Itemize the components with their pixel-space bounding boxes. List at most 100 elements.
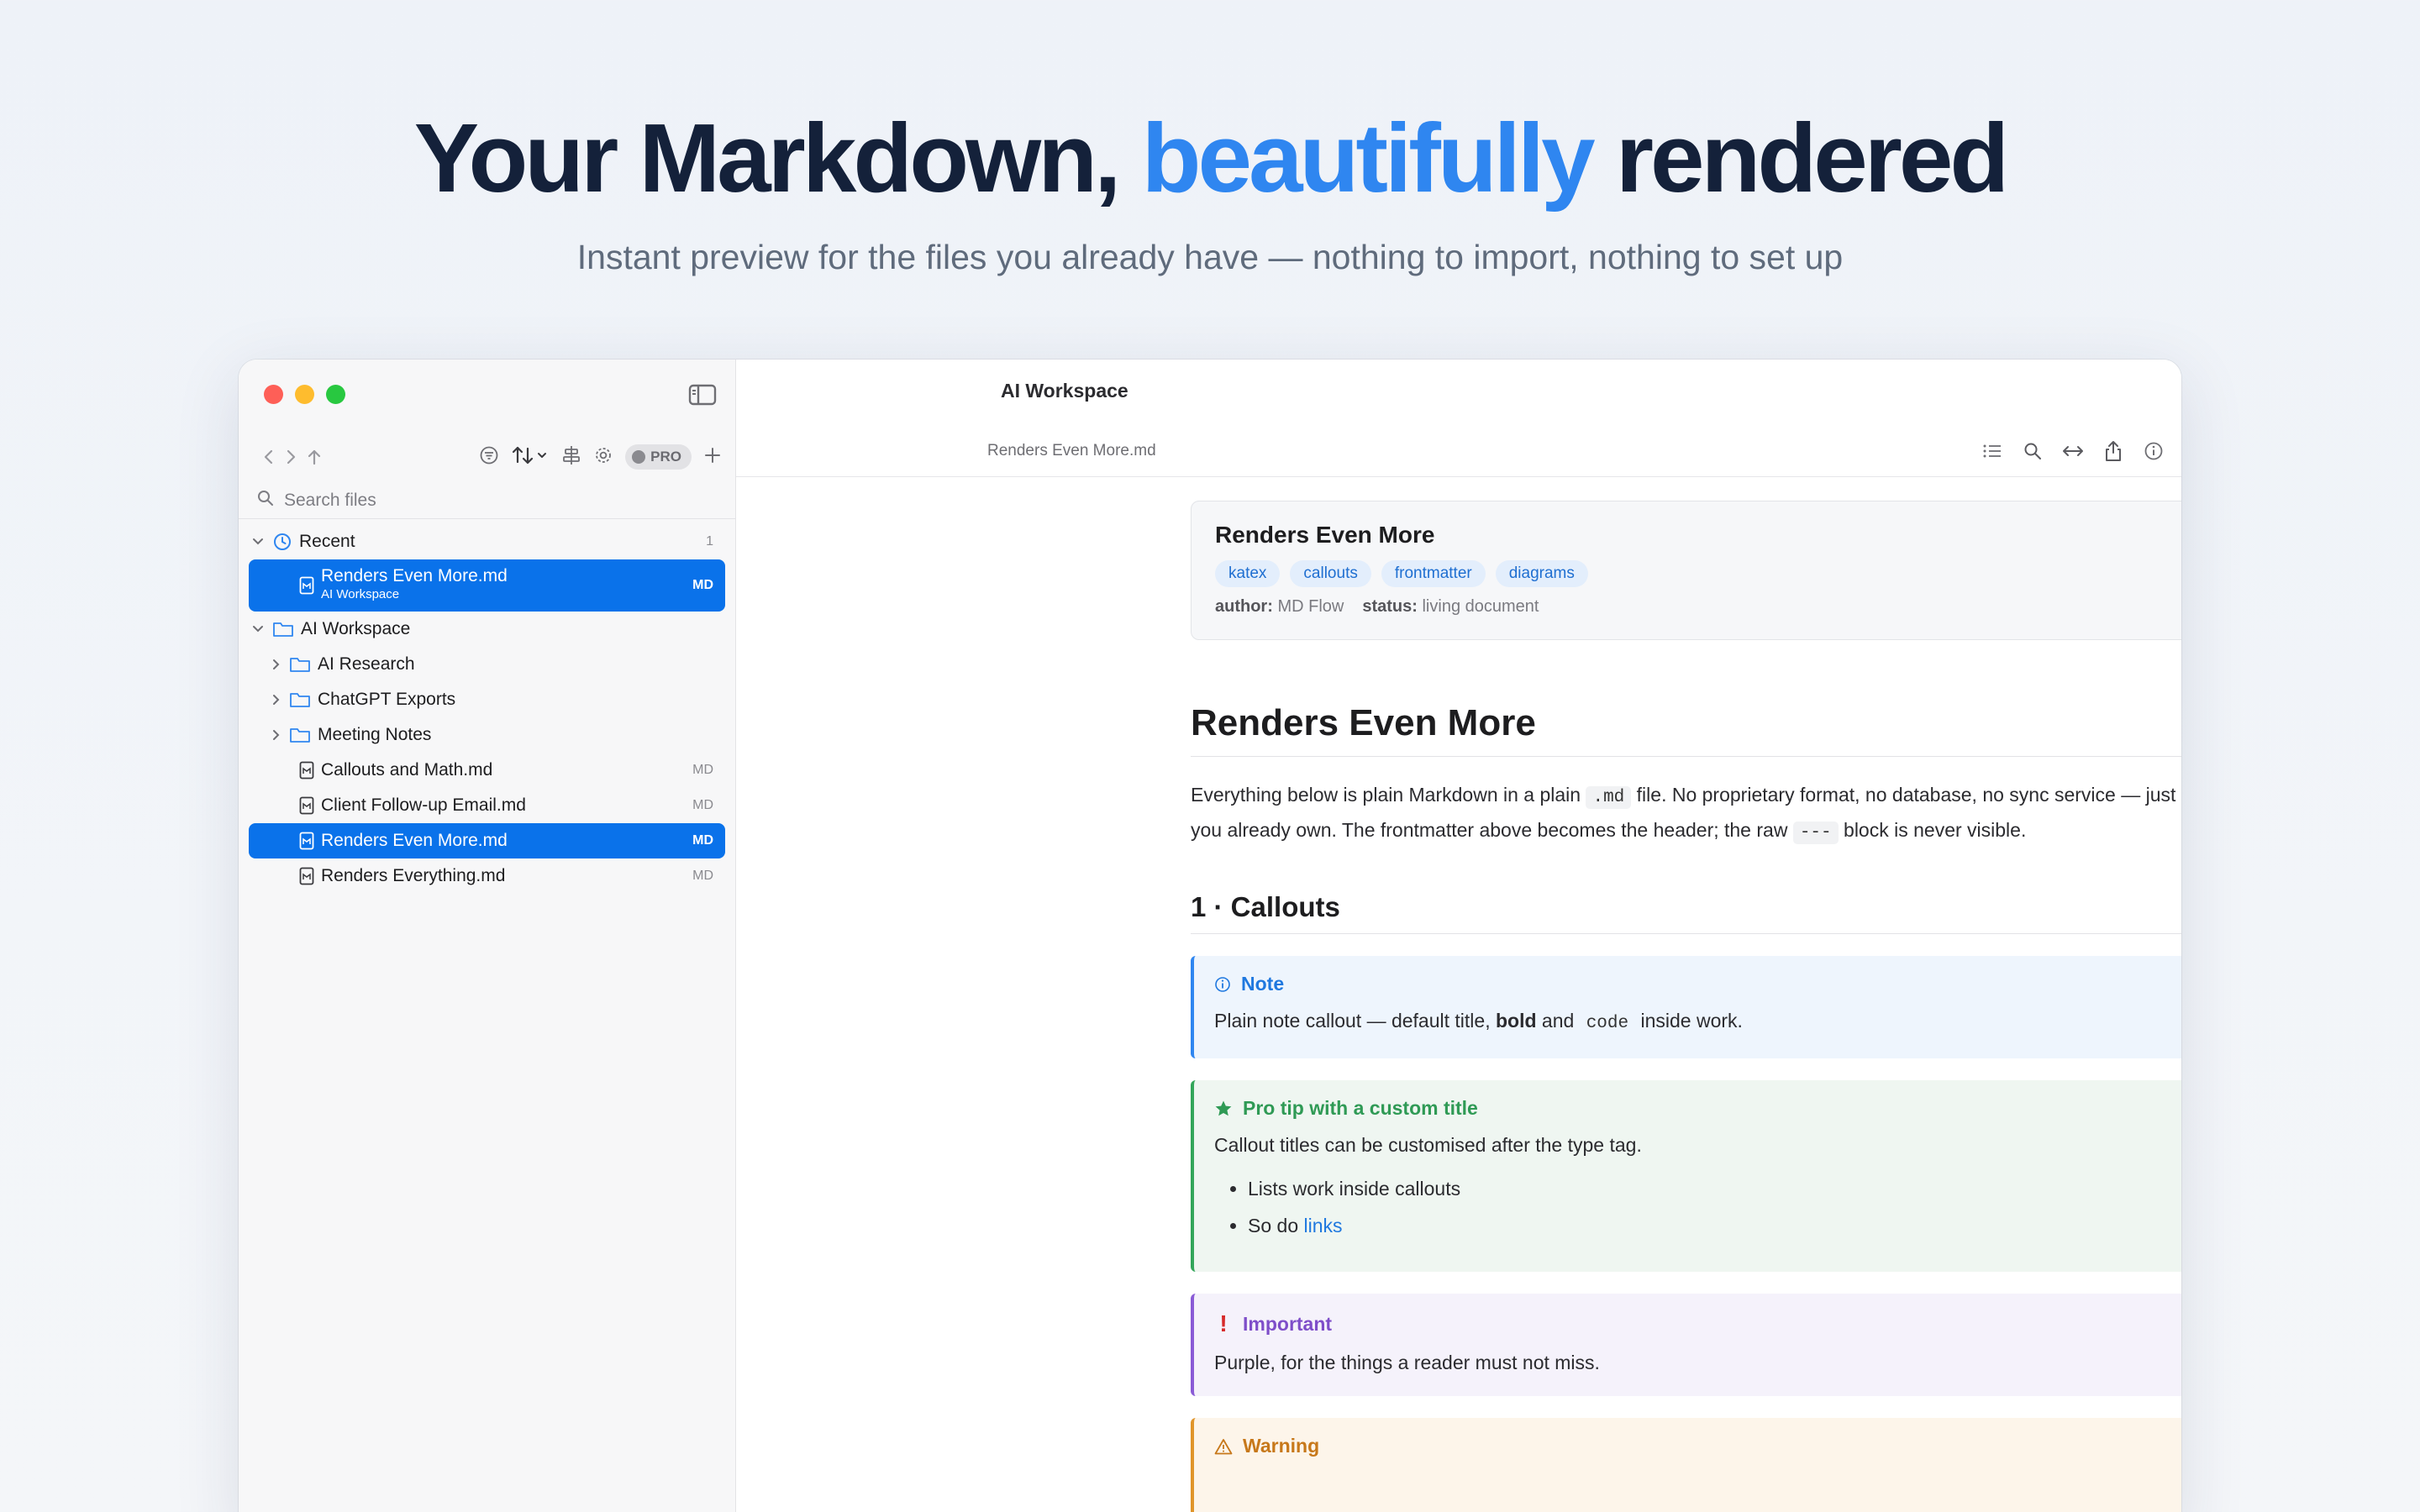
close-window-button[interactable] (264, 385, 283, 404)
tree-folder-item[interactable]: Meeting Notes (249, 717, 725, 753)
list-item: Lists work inside callouts (1248, 1170, 2181, 1207)
bold-text: bold (1495, 1010, 1537, 1032)
sidebar-nav-row: PRO (262, 440, 722, 474)
file-tree: Recent 1 Renders Even More.md AI Workspac… (239, 524, 735, 894)
tree-file-item[interactable]: Renders Everything.md MD (249, 858, 725, 894)
filter-icon[interactable] (479, 445, 499, 470)
folder-icon (289, 655, 311, 674)
inline-link[interactable]: links (1304, 1215, 1343, 1236)
share-icon[interactable] (2102, 440, 2124, 462)
tree-file-item[interactable]: Callouts and Math.md MD (249, 753, 725, 788)
recent-file-item[interactable]: Renders Even More.md AI Workspace MD (249, 559, 725, 612)
forward-icon[interactable] (284, 448, 297, 466)
expand-width-icon[interactable] (2062, 440, 2084, 462)
sidebar: PRO Recent 1 Renders Even More.md AI Work… (239, 360, 736, 1512)
info-icon (1214, 976, 1231, 993)
meta-author-value: MD Flow (1277, 597, 1344, 616)
chevron-right-icon[interactable] (267, 728, 286, 742)
tree-workspace-folder[interactable]: AI Workspace (249, 612, 725, 647)
zoom-window-button[interactable] (326, 385, 345, 404)
frontmatter-tags: katex callouts frontmatter diagrams (1215, 560, 2181, 587)
inline-code: .md (1586, 786, 1632, 809)
window-title: AI Workspace (1001, 380, 1128, 402)
check-badge-icon (632, 450, 646, 464)
doc-heading-1: Renders Even More (1191, 702, 2181, 757)
callout-title: Important (1243, 1312, 1333, 1335)
tree-folder-item[interactable]: ChatGPT Exports (249, 682, 725, 717)
search-input[interactable] (284, 490, 620, 511)
doc-heading-2: 1 · Callouts (1191, 891, 2181, 934)
paragraph-text: block is never visible. (1838, 819, 2027, 841)
file-name: Client Follow-up Email.md (321, 795, 526, 815)
file-type-badge: MD (692, 578, 713, 592)
file-type-badge: MD (692, 798, 713, 812)
file-type-badge: MD (692, 763, 713, 777)
tag-chip[interactable]: diagrams (1495, 560, 1588, 587)
markdown-file-icon (299, 796, 314, 815)
recent-label: Recent (299, 532, 355, 551)
warning-icon (1214, 1438, 1233, 1455)
meta-status-key: status: (1362, 597, 1418, 616)
workspace-folder-label: AI Workspace (301, 619, 411, 638)
frontmatter-card: Renders Even More katex callouts frontma… (1191, 501, 2181, 640)
tag-chip[interactable]: katex (1215, 560, 1281, 587)
file-name: Renders Even More.md (321, 831, 508, 850)
document-preview: Renders Even More katex callouts frontma… (736, 477, 2181, 1512)
callout-warning: Warning (1191, 1418, 2181, 1512)
callout-list: Lists work inside callouts So do links (1214, 1170, 2181, 1244)
tag-chip[interactable]: frontmatter (1381, 560, 1486, 587)
sort-icon[interactable] (511, 444, 550, 470)
tree-file-item-selected[interactable]: Renders Even More.md MD (249, 823, 725, 858)
markdown-file-icon (299, 761, 314, 780)
folder-label: ChatGPT Exports (318, 690, 456, 709)
gear-icon[interactable] (593, 445, 613, 470)
clock-icon (272, 532, 292, 552)
main-pane: AI Workspace Renders Even More.md Render… (736, 360, 2181, 1512)
meta-status-value: living document (1422, 597, 1539, 616)
recent-file-name: Renders Even More.md (321, 566, 508, 585)
minimize-window-button[interactable] (295, 385, 314, 404)
back-icon[interactable] (262, 448, 276, 466)
hero-title-pre: Your Markdown, (413, 103, 1142, 213)
chevron-right-icon[interactable] (267, 693, 286, 706)
tree-folder-item[interactable]: AI Research (249, 647, 725, 682)
outline-list-icon[interactable] (1981, 440, 2003, 462)
pro-badge[interactable]: PRO (625, 444, 692, 470)
align-icon[interactable] (561, 444, 581, 470)
folder-icon (289, 690, 311, 709)
doc-paragraph: Everything below is plain Markdown in a … (1191, 779, 2181, 849)
folder-icon (289, 726, 311, 744)
callout-text: and (1536, 1010, 1580, 1032)
frontmatter-meta: author: MD Flow status: living document (1215, 597, 2181, 617)
markdown-file-icon (299, 832, 314, 850)
folder-icon (272, 620, 294, 638)
callout-note: Note Plain note callout — default title,… (1191, 956, 2181, 1058)
up-icon[interactable] (306, 448, 323, 466)
breadcrumb[interactable]: Renders Even More.md (987, 442, 1156, 460)
tree-recent-section[interactable]: Recent 1 (249, 524, 725, 559)
callout-text: Purple, for the things a reader must not… (1214, 1352, 1600, 1373)
callout-title: Pro tip with a custom title (1243, 1097, 1478, 1119)
info-icon[interactable] (2143, 440, 2165, 462)
list-item-text: So do (1248, 1215, 1304, 1236)
callout-text: Plain note callout — default title, (1214, 1010, 1496, 1032)
sidebar-toggle-icon[interactable] (688, 383, 717, 407)
callout-important: ! Important Purple, for the things a read… (1191, 1294, 2181, 1396)
add-icon[interactable] (703, 446, 722, 469)
tree-file-item[interactable]: Client Follow-up Email.md MD (249, 788, 725, 823)
chevron-down-icon[interactable] (249, 624, 267, 634)
recent-count: 1 (706, 534, 713, 549)
inline-code: --- (1792, 822, 1839, 844)
callout-text: Callout titles can be customised after t… (1214, 1134, 1642, 1156)
star-icon (1214, 1100, 1233, 1118)
folder-label: AI Research (318, 654, 415, 674)
search-icon[interactable] (2022, 440, 2044, 462)
search-icon (257, 490, 274, 511)
toolbar-actions (1981, 440, 2165, 462)
file-type-badge: MD (692, 833, 713, 848)
tag-chip[interactable]: callouts (1290, 560, 1371, 587)
chevron-down-icon[interactable] (249, 537, 267, 547)
meta-author-key: author: (1215, 597, 1273, 616)
hero-title: Your Markdown, beautifully rendered (0, 99, 2420, 217)
chevron-right-icon[interactable] (267, 658, 286, 671)
